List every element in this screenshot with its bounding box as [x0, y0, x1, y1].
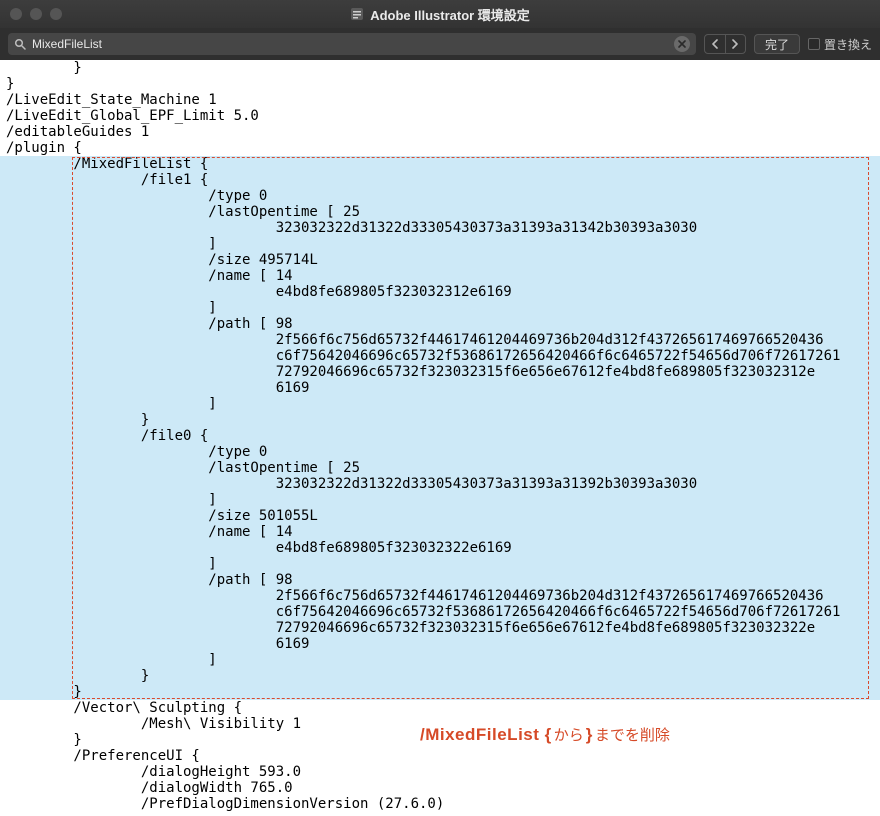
annotation-part4: までを削除: [595, 724, 670, 745]
search-toolbar: 完了 置き換え: [0, 28, 880, 60]
search-icon: [14, 38, 26, 50]
window-controls: [10, 8, 62, 20]
annotation-part1: /MixedFileList {: [420, 725, 552, 745]
app-prefs-icon: [350, 7, 364, 21]
chevron-left-icon: [711, 39, 719, 49]
replace-checkbox[interactable]: [808, 38, 820, 50]
prev-match-button[interactable]: [705, 35, 725, 53]
zoom-window-button[interactable]: [50, 8, 62, 20]
close-window-button[interactable]: [10, 8, 22, 20]
prefs-text[interactable]: } } /LiveEdit_State_Machine 1 /LiveEdit_…: [6, 60, 840, 812]
chevron-right-icon: [731, 39, 739, 49]
minimize-window-button[interactable]: [30, 8, 42, 20]
editor-content[interactable]: } } /LiveEdit_State_Machine 1 /LiveEdit_…: [0, 60, 880, 816]
search-field-wrapper[interactable]: [8, 33, 696, 55]
clear-search-button[interactable]: [674, 36, 690, 52]
next-match-button[interactable]: [725, 35, 745, 53]
annotation-part3: }: [586, 725, 593, 745]
window-title: Adobe Illustrator 環境設定: [370, 5, 530, 24]
annotation-caption: /MixedFileList { から } までを削除: [420, 724, 670, 745]
search-input[interactable]: [32, 37, 668, 51]
titlebar: Adobe Illustrator 環境設定: [0, 0, 880, 28]
replace-label: 置き換え: [824, 36, 872, 53]
done-button[interactable]: 完了: [754, 34, 800, 54]
replace-toggle[interactable]: 置き換え: [808, 36, 872, 53]
search-nav-buttons: [704, 34, 746, 54]
annotation-part2: から: [554, 724, 584, 745]
